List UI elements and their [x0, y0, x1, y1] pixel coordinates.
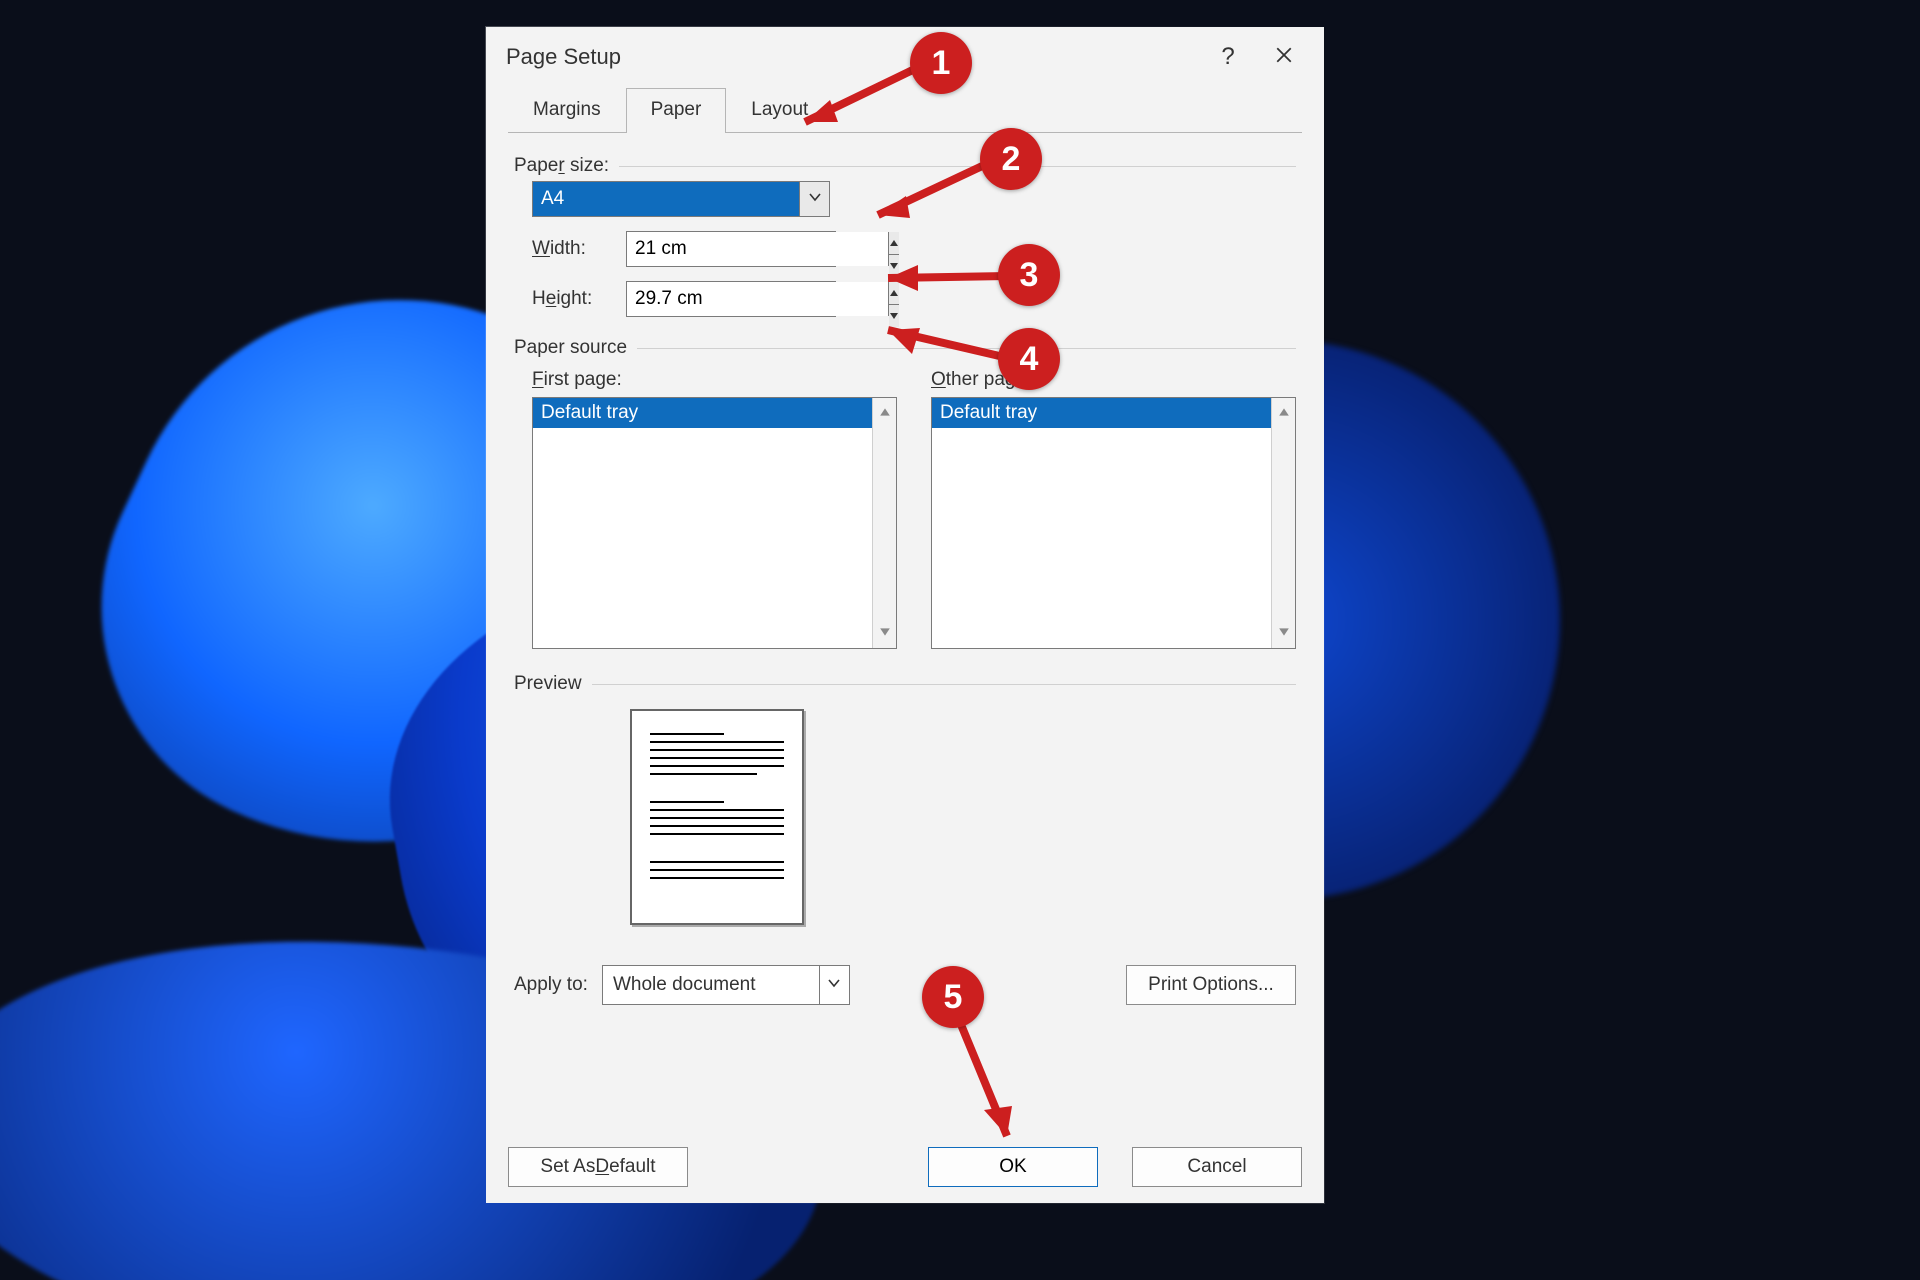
- height-spinner[interactable]: [626, 281, 836, 317]
- close-icon: [1275, 44, 1293, 70]
- preview-group-label: Preview: [514, 673, 1296, 695]
- paper-size-dropdown[interactable]: A4: [532, 181, 830, 217]
- list-item[interactable]: Default tray: [932, 398, 1271, 428]
- height-input[interactable]: [627, 282, 888, 316]
- width-label: Width:: [532, 238, 626, 260]
- scroll-up-icon: [879, 402, 891, 424]
- apply-to-dropdown[interactable]: Whole document: [602, 965, 850, 1005]
- scrollbar[interactable]: [1271, 398, 1295, 648]
- help-button[interactable]: ?: [1200, 33, 1256, 81]
- chevron-down-icon: [827, 974, 841, 996]
- tab-margins[interactable]: Margins: [508, 88, 626, 133]
- height-label: Height:: [532, 288, 626, 310]
- scrollbar[interactable]: [872, 398, 896, 648]
- cancel-button[interactable]: Cancel: [1132, 1147, 1302, 1187]
- apply-to-value: Whole document: [603, 966, 819, 1004]
- other-pages-tray-listbox[interactable]: Default tray: [931, 397, 1296, 649]
- scroll-up-icon: [1278, 402, 1290, 424]
- apply-to-dropdown-button[interactable]: [819, 966, 849, 1004]
- apply-to-label: Apply to:: [514, 974, 588, 996]
- paper-size-dropdown-button[interactable]: [799, 182, 829, 216]
- close-button[interactable]: [1256, 33, 1312, 81]
- scroll-down-icon: [1278, 622, 1290, 644]
- set-as-default-button[interactable]: Set As Default: [508, 1147, 688, 1187]
- first-page-tray-listbox[interactable]: Default tray: [532, 397, 897, 649]
- page-preview: [630, 709, 804, 925]
- scroll-down-icon: [879, 622, 891, 644]
- list-item[interactable]: Default tray: [533, 398, 872, 428]
- tab-paper[interactable]: Paper: [626, 88, 727, 133]
- print-options-button[interactable]: Print Options...: [1126, 965, 1296, 1005]
- paper-size-value: A4: [533, 182, 799, 216]
- first-page-label: First page:: [532, 369, 622, 391]
- chevron-down-icon: [808, 188, 822, 210]
- width-spinner[interactable]: [626, 231, 836, 267]
